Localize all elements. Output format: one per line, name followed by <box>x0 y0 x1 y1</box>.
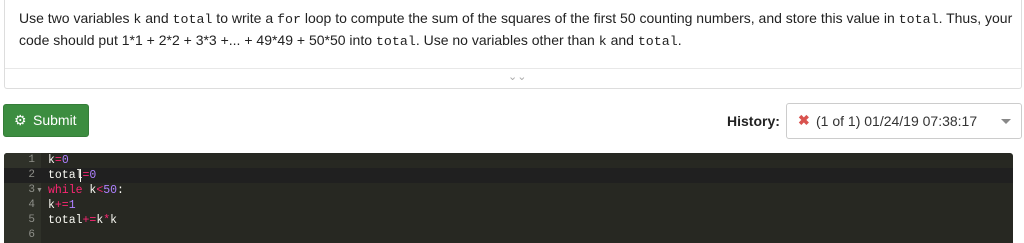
question-text-part: loop to compute the sum of the squares o… <box>300 10 899 26</box>
submit-label: Submit <box>33 112 77 128</box>
submit-button[interactable]: ⚙ Submit <box>3 104 89 137</box>
code-token: += <box>54 199 69 212</box>
text-cursor <box>80 169 81 182</box>
code-editor[interactable]: 1 2 3 ▼ 4 5 6 k=0 total=0 while k<50: k+… <box>4 153 1013 243</box>
x-icon: ✖ <box>798 112 810 128</box>
code-k: k <box>598 34 607 49</box>
gear-icon: ⚙ <box>14 112 27 128</box>
line-number: 4 <box>28 199 35 211</box>
question-text-part: . <box>677 32 682 48</box>
line-number: 6 <box>28 229 35 241</box>
fold-arrow-icon[interactable]: ▼ <box>36 183 43 198</box>
line-number: 1 <box>28 154 35 166</box>
code-total: total <box>898 12 939 27</box>
code-token: k <box>48 199 55 212</box>
code-line[interactable]: k=0 <box>48 153 69 168</box>
question-text-part: to write a <box>212 10 278 26</box>
code-token: while <box>48 184 83 197</box>
question-text-part: Use two variables <box>19 10 134 26</box>
caret-down-icon <box>1001 119 1011 124</box>
code-line[interactable]: total=0 <box>48 168 96 183</box>
code-total: total <box>375 34 416 49</box>
code-line[interactable]: while k<50: <box>48 183 124 198</box>
question-panel: Use two variables k and total to write a… <box>4 0 1022 89</box>
code-token: 50 <box>103 184 118 197</box>
double-chevron-down-icon[interactable]: ⌄⌄ <box>508 70 526 84</box>
code-total: total <box>637 34 678 49</box>
code-token: = <box>54 154 62 167</box>
code-token: total <box>48 169 83 182</box>
question-text: Use two variables k and total to write a… <box>19 8 1014 52</box>
code-token: += <box>82 214 97 227</box>
code-for: for <box>277 12 301 27</box>
code-token: 0 <box>61 154 69 167</box>
line-number: 5 <box>28 214 35 226</box>
code-token: total <box>48 214 83 227</box>
code-token: k <box>110 214 118 227</box>
history-label: History: <box>727 113 780 129</box>
code-total: total <box>172 12 213 27</box>
line-number: 3 <box>28 184 35 196</box>
code-token: k <box>48 154 55 167</box>
question-text-part: and <box>606 32 638 48</box>
code-token: 0 <box>89 169 97 182</box>
panel-divider <box>5 68 1021 69</box>
question-text-part: and <box>141 10 173 26</box>
history-value: (1 of 1) 01/24/19 07:38:17 <box>816 113 978 129</box>
line-number: 2 <box>28 169 35 181</box>
question-text-part: . Use no variables other than <box>415 32 599 48</box>
active-line-highlight <box>4 168 1013 183</box>
history-dropdown[interactable]: ✖ (1 of 1) 01/24/19 07:38:17 <box>786 103 1022 139</box>
code-line[interactable]: k+=1 <box>48 198 76 213</box>
code-line[interactable]: total+=k*k <box>48 213 117 228</box>
code-token: 1 <box>68 199 76 212</box>
code-token: : <box>117 184 124 197</box>
